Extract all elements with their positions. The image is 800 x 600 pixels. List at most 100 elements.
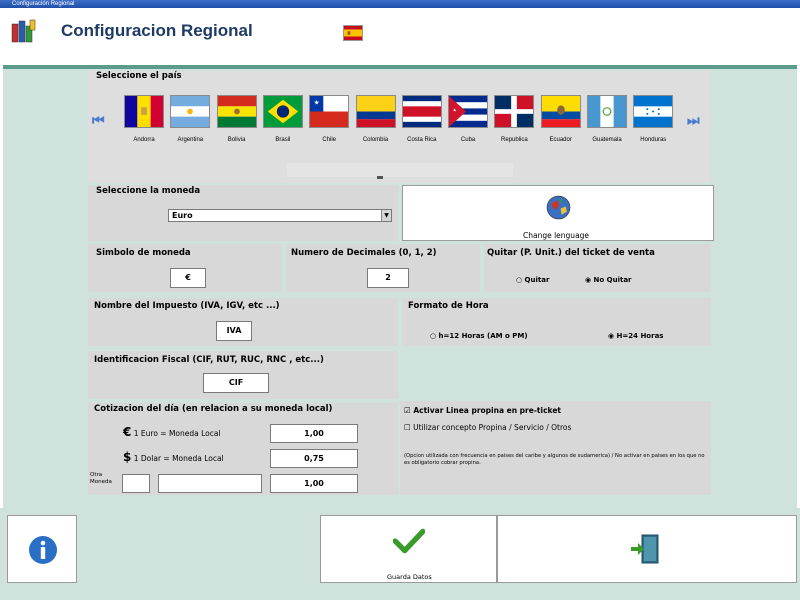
globe-icon [546, 195, 571, 220]
chevron-down-icon[interactable]: ▼ [381, 210, 391, 221]
dollar-rate-text: 1 Dolar = Moneda Local [133, 454, 224, 463]
country-name: Republica [501, 137, 528, 143]
country-item[interactable]: Costa Rica [400, 95, 444, 143]
window-title-bar: Configuración Regional [0, 0, 800, 8]
country-name: Cuba [460, 137, 476, 143]
country-item[interactable]: Guatemala [585, 95, 629, 143]
flag-andorra-icon [124, 95, 164, 128]
currency-select-value: Euro [172, 211, 193, 220]
symbol-input[interactable]: € [170, 268, 206, 288]
country-name: Costa Rica [407, 137, 437, 143]
tax-label: Nombre del Impuesto (IVA, IGV, etc ...) [94, 301, 280, 311]
info-button[interactable] [7, 515, 77, 583]
time-format-label: Formato de Hora [408, 301, 489, 311]
tax-input[interactable]: IVA [216, 321, 252, 341]
other-rate-input[interactable]: 1,00 [270, 474, 358, 493]
currency-select[interactable]: Euro ▼ [168, 209, 392, 222]
country-name: Colombia [362, 137, 389, 143]
books-icon [11, 19, 36, 43]
fiscal-label: Identificacion Fiscal (CIF, RUT, RUC, RN… [94, 355, 324, 365]
scroll-thumb[interactable] [377, 176, 383, 179]
euro-rate-label: € 1 Euro = Moneda Local [123, 425, 221, 439]
other-currency-name-input[interactable] [158, 474, 262, 493]
change-language-button[interactable]: Change lenguage [402, 185, 714, 241]
flag-cuba-icon [448, 95, 489, 128]
arrow-left-icon[interactable]: ⏮ [92, 113, 105, 129]
flag-honduras-icon [633, 95, 674, 128]
tip-panel [400, 401, 711, 495]
tip-note: (Opcion utilizada con frecuencia en pais… [404, 453, 705, 466]
euro-rate-text: 1 Euro = Moneda Local [133, 429, 221, 438]
tip-concept-checkbox[interactable]: ☐ Utilizar concepto Propina / Servicio /… [404, 423, 571, 432]
radio-no-quitar-label: No Quitar [593, 276, 632, 284]
other-currency-code-input[interactable] [122, 474, 150, 493]
flag-chile-icon [309, 95, 350, 128]
dollar-symbol: $ [123, 450, 132, 464]
country-item[interactable]: Cuba [446, 95, 490, 143]
country-name: Chile [322, 137, 337, 143]
scroll-track[interactable] [287, 163, 513, 177]
flag-ecuador-icon [540, 95, 581, 128]
rates-label: Cotizacion del día (en relacion a su mon… [94, 404, 333, 414]
header: Configuracion Regional [0, 8, 800, 64]
currency-label: Seleccione la moneda [96, 186, 201, 196]
country-item[interactable]: Brasil [261, 95, 305, 143]
euro-symbol: € [123, 425, 132, 439]
radio-12h-label: h=12 Horas (AM o PM) [438, 332, 528, 340]
radio-24h-label: H=24 Horas [616, 332, 664, 340]
arrow-right-icon[interactable]: ⏭ [687, 113, 700, 129]
country-name: Honduras [640, 137, 667, 143]
country-name: Bolivia [227, 137, 246, 143]
country-item[interactable]: Ecuador [539, 95, 583, 143]
tip-concept-label: Utilizar concepto Propina / Servicio / O… [413, 423, 572, 432]
flag-guatemala-icon [587, 95, 627, 128]
country-item[interactable]: Andorra [122, 95, 166, 143]
radio-24h[interactable]: ◉ H=24 Horas [608, 332, 663, 340]
exit-door-icon [631, 534, 659, 564]
country-item[interactable]: Argentina [168, 95, 212, 143]
window-title: Configuración Regional [12, 1, 75, 7]
symbol-label: Simbolo de moneda [96, 248, 191, 258]
activate-tip-label: Activar Linea propina en pre-ticket [413, 406, 561, 415]
flag-argentina-icon [170, 95, 211, 128]
checkmark-icon [393, 528, 425, 554]
flag-republica-icon [494, 95, 535, 128]
flag-bolivia-icon [216, 95, 257, 128]
radio-no-quitar[interactable]: ◉ No Quitar [585, 276, 632, 284]
country-item[interactable]: Republica [492, 95, 536, 143]
save-button[interactable]: Guarda Datos [320, 515, 497, 583]
other-currency-label: Otra Moneda [90, 472, 112, 486]
save-button-label: Guarda Datos [387, 573, 432, 581]
other-label-line1: Otra [90, 472, 103, 478]
flag-costa-rica-icon [401, 95, 442, 128]
country-label: Seleccione el país [96, 71, 182, 81]
country-item[interactable]: Colombia [354, 95, 398, 143]
info-icon [29, 536, 57, 564]
decimals-input[interactable]: 2 [367, 268, 409, 288]
country-name: Ecuador [549, 137, 572, 143]
fiscal-input[interactable]: CIF [203, 373, 269, 393]
radio-quitar-label: Quitar [524, 276, 550, 284]
ticket-label: Quitar (P. Unit.) del ticket de venta [487, 248, 655, 258]
change-language-label: Change lenguage [523, 231, 590, 240]
country-item[interactable]: Chile [307, 95, 351, 143]
country-name: Argentina [177, 137, 204, 143]
activate-tip-checkbox[interactable]: ☑ Activar Linea propina en pre-ticket [404, 406, 561, 415]
other-label-line2: Moneda [90, 479, 112, 485]
euro-rate-input[interactable]: 1,00 [270, 424, 358, 443]
country-name: Brasil [275, 137, 291, 143]
page-title: Configuracion Regional [61, 21, 253, 40]
flag-brasil-icon [262, 95, 303, 128]
dollar-rate-input[interactable]: 0,75 [270, 449, 358, 468]
country-item[interactable]: Bolivia [215, 95, 259, 143]
exit-button[interactable] [497, 515, 797, 583]
country-item[interactable]: Honduras [631, 95, 675, 143]
country-name: Andorra [133, 137, 155, 143]
dollar-rate-label: $ 1 Dolar = Moneda Local [123, 450, 224, 464]
country-list: Andorra Argentina Bolivia Brasil Chile Colomb… [122, 95, 680, 150]
flag-colombia-icon [355, 95, 396, 128]
spain-flag-icon[interactable] [343, 25, 363, 41]
radio-12h[interactable]: ○ h=12 Horas (AM o PM) [430, 332, 528, 340]
country-name: Guatemala [592, 137, 622, 143]
radio-quitar[interactable]: ○ Quitar [516, 276, 549, 284]
